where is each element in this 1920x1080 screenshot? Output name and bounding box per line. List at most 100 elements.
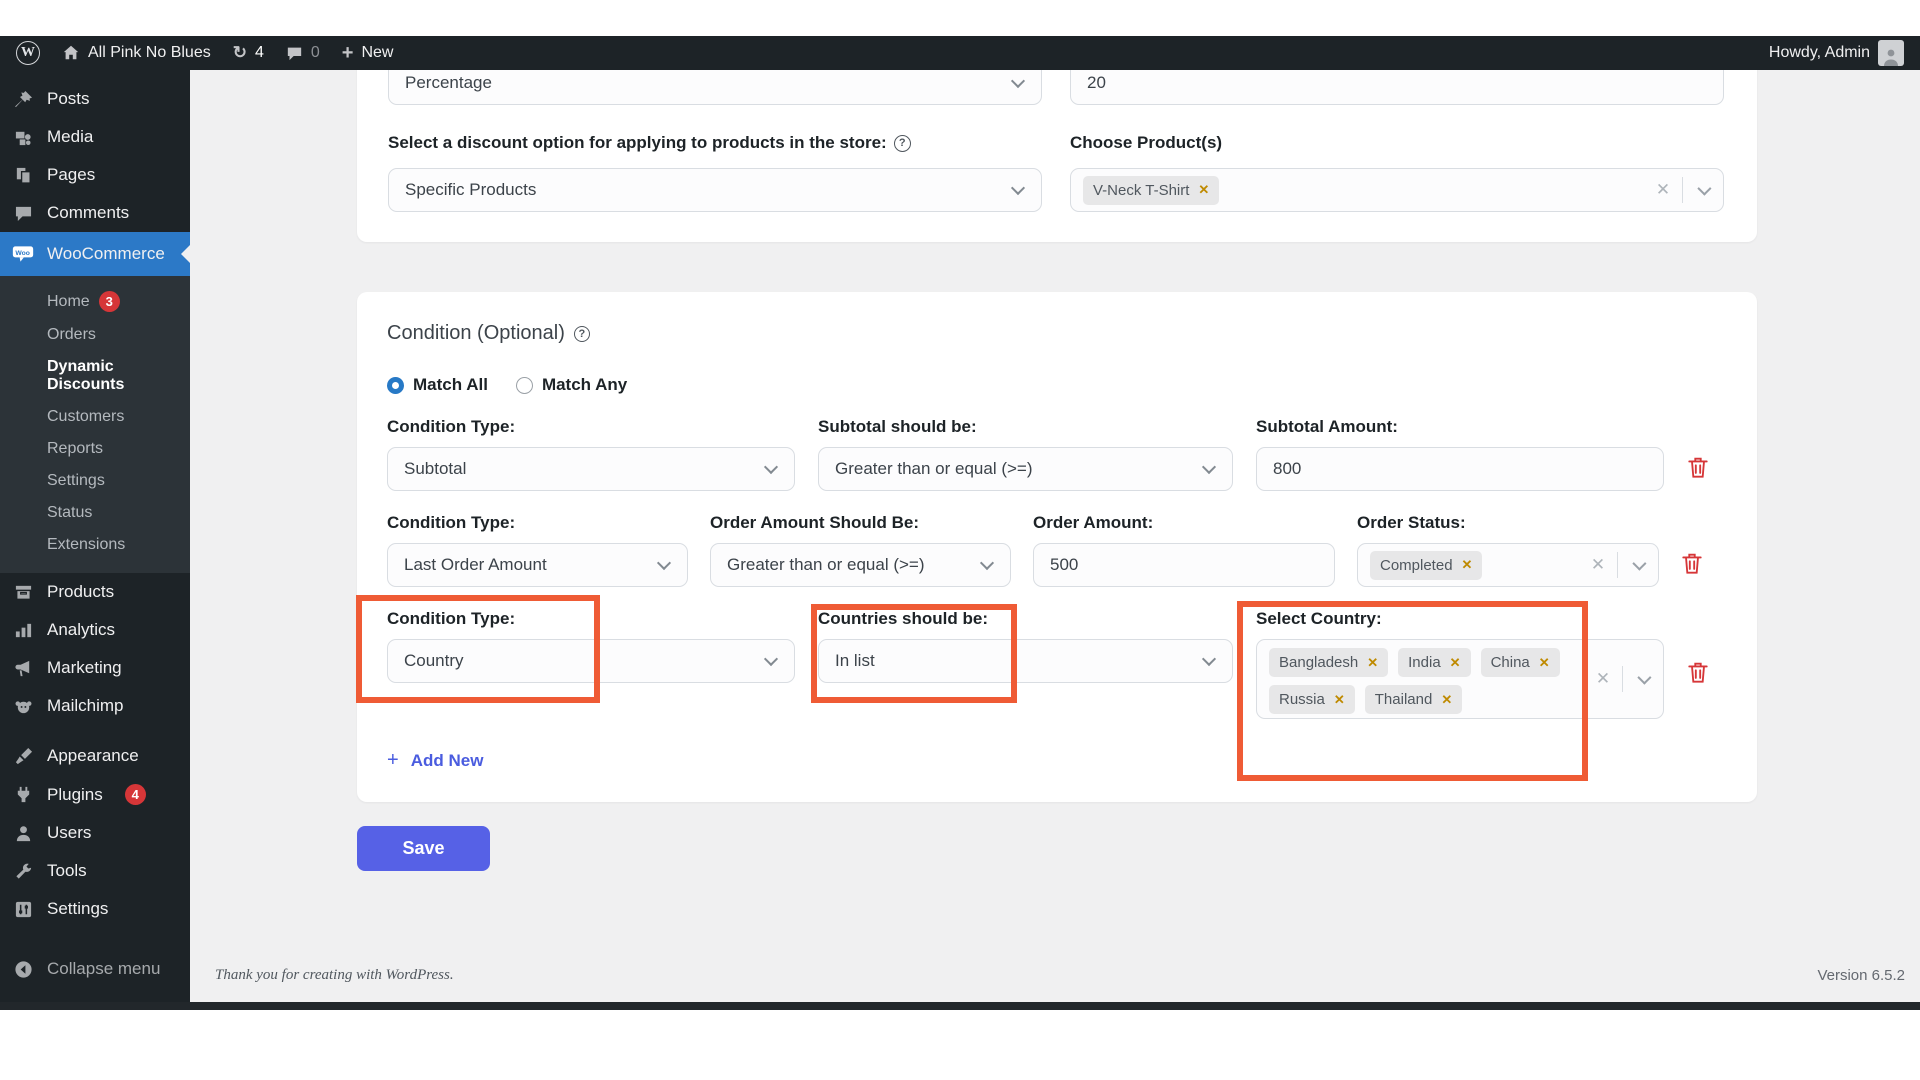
remove-tag-icon[interactable]: [1450, 655, 1461, 671]
delete-condition-button[interactable]: [1687, 456, 1709, 483]
discount-option-select[interactable]: Specific Products: [388, 168, 1042, 212]
help-icon: [893, 134, 911, 152]
footer-version: Version 6.5.2: [1817, 966, 1905, 984]
submenu-item-settings[interactable]: Settings: [0, 465, 190, 497]
condition-type-label: Condition Type:: [387, 513, 516, 532]
comments-count: 0: [310, 44, 320, 61]
wordpress-admin-screenshot: All Pink No Blues 4 0 New Howdy, Admin: [0, 36, 1920, 1010]
comments-icon: [12, 203, 34, 223]
sidebar-item-pages[interactable]: Pages: [0, 156, 190, 194]
sidebar-item-media[interactable]: Media: [0, 118, 190, 156]
sidebar-item-label: Users: [47, 823, 92, 842]
sidebar-separator: [0, 725, 190, 737]
wrench-icon: [12, 861, 34, 881]
account-menu[interactable]: Howdy, Admin: [1769, 40, 1904, 66]
match-all-radio[interactable]: Match All: [387, 375, 488, 395]
select-country-multiselect[interactable]: Bangladesh India China: [1256, 639, 1664, 719]
wordpress-logo-icon[interactable]: [16, 41, 40, 65]
sidebar-item-label: Products: [47, 582, 115, 601]
collapse-menu-button[interactable]: Collapse menu: [0, 950, 190, 988]
sidebar-item-analytics[interactable]: Analytics: [0, 611, 190, 649]
delete-condition-button[interactable]: [1687, 661, 1709, 688]
match-any-radio[interactable]: Match Any: [515, 375, 627, 395]
content-area: Percentage 20 Select a discount option f…: [190, 70, 1920, 948]
site-name-link[interactable]: All Pink No Blues: [62, 44, 211, 62]
sidebar-item-posts[interactable]: Posts: [0, 80, 190, 118]
condition-col: Condition Type: Last Order Amount: [387, 513, 688, 587]
clear-selection-icon[interactable]: [1644, 180, 1682, 200]
order-status-label: Order Status:: [1357, 513, 1466, 532]
order-status-multiselect[interactable]: Completed: [1357, 543, 1659, 587]
remove-tag-icon[interactable]: [1367, 655, 1378, 671]
mailchimp-icon: [12, 696, 34, 716]
chevron-down-icon[interactable]: [1618, 556, 1658, 571]
updates-link[interactable]: 4: [233, 43, 264, 63]
avatar[interactable]: [1878, 40, 1904, 66]
sidebar-item-plugins[interactable]: Plugins 4: [0, 775, 190, 814]
sidebar-item-mailchimp[interactable]: Mailchimp: [0, 687, 190, 725]
delete-condition-button[interactable]: [1681, 552, 1703, 579]
condition-row-last-order: Condition Type: Last Order Amount Order …: [387, 513, 1724, 587]
chevron-down-icon: [979, 555, 995, 571]
submenu-item-home[interactable]: Home 3: [0, 284, 190, 319]
subtotal-operator-value: Greater than or equal (>=): [835, 459, 1033, 478]
sidebar-item-comments[interactable]: Comments: [0, 194, 190, 232]
country-tag-label: India: [1408, 654, 1441, 671]
howdy-text: Howdy, Admin: [1768, 44, 1870, 61]
save-button[interactable]: Save: [357, 826, 490, 871]
admin-footer: Thank you for creating with WordPress. V…: [190, 948, 1920, 1002]
chevron-down-icon[interactable]: [1683, 181, 1723, 196]
remove-tag-icon[interactable]: [1441, 692, 1452, 708]
order-amount-input[interactable]: 500: [1033, 543, 1335, 587]
condition-type-select[interactable]: Last Order Amount: [387, 543, 688, 587]
new-content-link[interactable]: New: [342, 42, 393, 65]
condition-col: Condition Type: Subtotal: [387, 417, 795, 491]
sidebar-item-woocommerce[interactable]: Woo WooCommerce: [0, 232, 190, 276]
submenu-item-dynamic-discounts[interactable]: Dynamic Discounts: [0, 351, 190, 401]
discount-settings-card: Percentage 20 Select a discount option f…: [357, 70, 1757, 242]
sidebar-item-marketing[interactable]: Marketing: [0, 649, 190, 687]
remove-tag-icon[interactable]: [1334, 692, 1345, 708]
condition-row-country: Condition Type: Country Countries should…: [356, 595, 1724, 781]
countries-operator-value: In list: [835, 651, 875, 670]
remove-tag-icon[interactable]: [1198, 182, 1209, 198]
trash-icon: [1688, 457, 1708, 478]
condition-type-select[interactable]: Country: [387, 639, 795, 683]
woocommerce-icon: Woo: [12, 244, 34, 264]
sidebar-item-appearance[interactable]: Appearance: [0, 737, 190, 775]
submenu-item-reports[interactable]: Reports: [0, 433, 190, 465]
sidebar-item-label: Plugins: [47, 784, 103, 804]
remove-tag-icon[interactable]: [1462, 557, 1473, 573]
country-tag-label: Bangladesh: [1279, 654, 1359, 671]
discount-amount-value: 20: [1087, 73, 1106, 92]
countries-operator-select[interactable]: In list: [818, 639, 1233, 683]
order-amount-operator-select[interactable]: Greater than or equal (>=): [710, 543, 1011, 587]
subtotal-amount-input[interactable]: 800: [1256, 447, 1664, 491]
sidebar-item-label: Analytics: [47, 620, 116, 639]
sidebar-item-settings[interactable]: Settings: [0, 890, 190, 928]
add-new-condition-link[interactable]: + Add New: [387, 749, 483, 772]
condition-col: Condition Type: Country: [387, 609, 795, 683]
submenu-item-orders[interactable]: Orders: [0, 319, 190, 351]
chevron-down-icon[interactable]: [1623, 670, 1663, 685]
condition-type-select[interactable]: Subtotal: [387, 447, 795, 491]
discount-type-select[interactable]: Percentage: [388, 70, 1042, 105]
add-new-label: Add New: [410, 750, 484, 770]
match-all-label: Match All: [413, 375, 488, 394]
subtotal-operator-select[interactable]: Greater than or equal (>=): [818, 447, 1233, 491]
clear-selection-icon[interactable]: [1584, 669, 1622, 689]
submenu-label: Settings: [47, 472, 105, 489]
choose-products-multiselect[interactable]: V-Neck T-Shirt: [1070, 168, 1724, 212]
submenu-item-customers[interactable]: Customers: [0, 401, 190, 433]
condition-type-value: Subtotal: [404, 459, 467, 478]
discount-amount-input[interactable]: 20: [1070, 70, 1724, 105]
submenu-item-status[interactable]: Status: [0, 497, 190, 529]
sidebar-item-tools[interactable]: Tools: [0, 852, 190, 890]
condition-title-row: Condition (Optional): [387, 322, 1724, 345]
sidebar-item-users[interactable]: Users: [0, 814, 190, 852]
sidebar-item-products[interactable]: Products: [0, 573, 190, 611]
submenu-item-extensions[interactable]: Extensions: [0, 529, 190, 561]
clear-selection-icon[interactable]: [1579, 555, 1617, 575]
remove-tag-icon[interactable]: [1539, 655, 1550, 671]
comments-link[interactable]: 0: [286, 44, 320, 62]
